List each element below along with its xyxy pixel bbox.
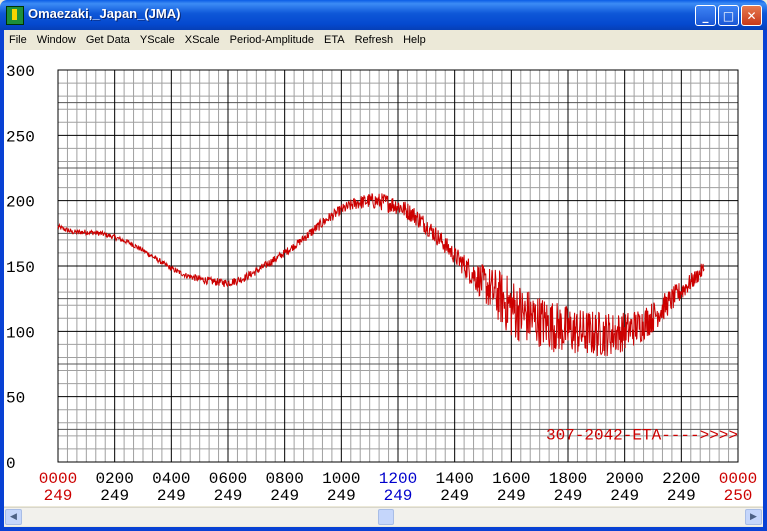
x-tick-time-label: 0400 [152,470,190,488]
tide-gauge-chart: 3002502001501005000000249020024904002490… [6,63,757,505]
x-tick-day-label: 249 [100,487,129,505]
app-icon [6,6,24,25]
x-tick-time-label: 0000 [39,470,77,488]
x-tick-day-label: 250 [724,487,753,505]
x-tick-day-label: 249 [497,487,526,505]
x-tick-day-label: 249 [327,487,356,505]
menu-yscale[interactable]: YScale [135,34,180,46]
menu-file[interactable]: File [4,34,32,46]
scrollbar-thumb[interactable] [378,509,394,525]
chart-area: 300 250 200 150 100 50 0 0000 249 0200 249 0400 249 0… [4,50,763,506]
x-tick-day-label: 249 [270,487,299,505]
scroll-left-icon[interactable]: ◀ [5,509,22,525]
x-tick-day-label: 249 [157,487,186,505]
y-tick-label: 100 [6,324,35,342]
x-tick-day-label: 249 [667,487,696,505]
x-tick-time-label: 0600 [209,470,247,488]
x-tick-time-label: 0800 [265,470,303,488]
x-tick-day-label: 249 [44,487,73,505]
x-tick-day-label: 249 [214,487,243,505]
menu-period-amplitude[interactable]: Period-Amplitude [225,34,319,46]
maximize-button[interactable]: □ [718,5,739,26]
window-border-right [763,30,767,531]
x-tick-time-label: 1000 [322,470,360,488]
y-tick-label: 150 [6,259,35,277]
x-tick-time-label: 1200 [379,470,417,488]
y-tick-label: 250 [6,128,35,146]
x-tick-day-label: 249 [610,487,639,505]
window-title: Omaezaki,_Japan_(JMA) [28,6,181,21]
y-tick-label: 50 [6,390,25,408]
x-tick-time-label: 1800 [549,470,587,488]
x-tick-time-label: 1400 [435,470,473,488]
y-tick-label: 0 [6,455,16,473]
eta-annotation: 307-2042-ETA---->>>> [546,427,738,445]
x-tick-time-label: 0000 [719,470,757,488]
x-tick-day-label: 249 [554,487,583,505]
minimize-button[interactable]: _ [695,5,716,26]
menu-window[interactable]: Window [32,34,81,46]
title-bar[interactable]: Omaezaki,_Japan_(JMA) _ □ ✕ [0,0,767,30]
menu-help[interactable]: Help [398,34,431,46]
y-tick-label: 300 [6,63,35,81]
x-tick-day-label: 249 [440,487,469,505]
x-tick-time-label: 2200 [662,470,700,488]
menu-bar: File Window Get Data YScale XScale Perio… [4,30,763,49]
menu-get-data[interactable]: Get Data [81,34,135,46]
x-tick-time-label: 1600 [492,470,530,488]
y-tick-label: 200 [6,194,35,212]
x-tick-day-label: 249 [384,487,413,505]
horizontal-scrollbar[interactable]: ◀ ▶ [4,507,763,526]
scroll-right-icon[interactable]: ▶ [745,509,762,525]
menu-xscale[interactable]: XScale [180,34,225,46]
window-border-bottom [0,527,767,531]
close-button[interactable]: ✕ [741,5,762,26]
x-tick-time-label: 0200 [95,470,133,488]
menu-eta[interactable]: ETA [319,34,350,46]
x-tick-time-label: 2000 [605,470,643,488]
menu-refresh[interactable]: Refresh [350,34,399,46]
